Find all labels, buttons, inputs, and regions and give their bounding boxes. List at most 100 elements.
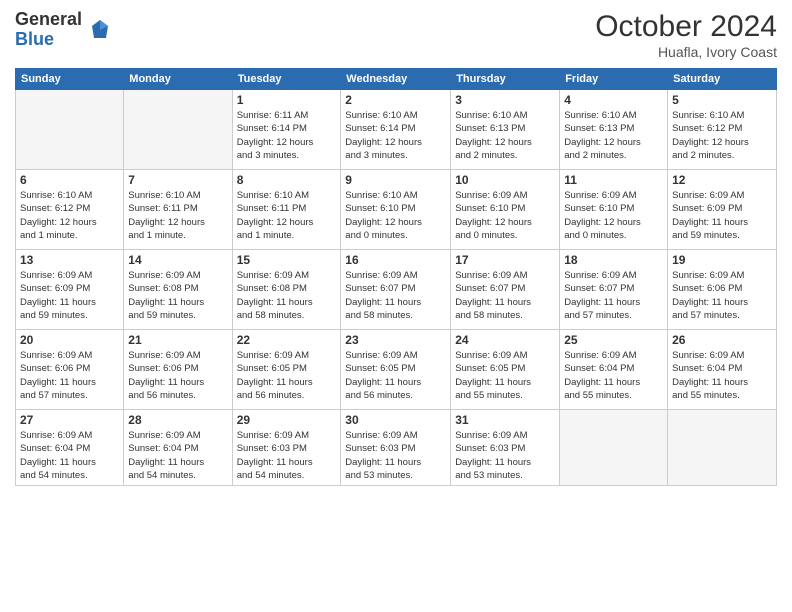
calendar-cell: 22 Sunrise: 6:09 AMSunset: 6:05 PMDayligh… (232, 330, 341, 410)
day-info: Sunrise: 6:10 AMSunset: 6:13 PMDaylight:… (455, 109, 555, 162)
calendar-cell: 26 Sunrise: 6:09 AMSunset: 6:04 PMDayligh… (668, 330, 777, 410)
day-info: Sunrise: 6:10 AMSunset: 6:12 PMDaylight:… (672, 109, 772, 162)
calendar-cell: 19 Sunrise: 6:09 AMSunset: 6:06 PMDayligh… (668, 250, 777, 330)
calendar-cell (668, 410, 777, 486)
day-info: Sunrise: 6:09 AMSunset: 6:07 PMDaylight:… (455, 269, 555, 322)
calendar-cell: 15 Sunrise: 6:09 AMSunset: 6:08 PMDayligh… (232, 250, 341, 330)
day-info: Sunrise: 6:09 AMSunset: 6:03 PMDaylight:… (237, 429, 337, 482)
day-info: Sunrise: 6:09 AMSunset: 6:05 PMDaylight:… (345, 349, 446, 402)
day-info: Sunrise: 6:10 AMSunset: 6:13 PMDaylight:… (564, 109, 663, 162)
day-info: Sunrise: 6:09 AMSunset: 6:03 PMDaylight:… (345, 429, 446, 482)
day-info: Sunrise: 6:11 AMSunset: 6:14 PMDaylight:… (237, 109, 337, 162)
day-number: 15 (237, 253, 337, 267)
day-number: 21 (128, 333, 227, 347)
day-info: Sunrise: 6:09 AMSunset: 6:05 PMDaylight:… (237, 349, 337, 402)
calendar-cell (560, 410, 668, 486)
page: General Blue October 2024 Huafla, Ivory … (0, 0, 792, 612)
day-number: 1 (237, 93, 337, 107)
calendar-cell: 14 Sunrise: 6:09 AMSunset: 6:08 PMDayligh… (124, 250, 232, 330)
day-number: 14 (128, 253, 227, 267)
day-info: Sunrise: 6:09 AMSunset: 6:04 PMDaylight:… (128, 429, 227, 482)
day-info: Sunrise: 6:10 AMSunset: 6:11 PMDaylight:… (237, 189, 337, 242)
day-number: 17 (455, 253, 555, 267)
day-info: Sunrise: 6:09 AMSunset: 6:06 PMDaylight:… (672, 269, 772, 322)
day-number: 29 (237, 413, 337, 427)
day-number: 13 (20, 253, 119, 267)
calendar-cell: 30 Sunrise: 6:09 AMSunset: 6:03 PMDayligh… (341, 410, 451, 486)
day-info: Sunrise: 6:09 AMSunset: 6:06 PMDaylight:… (20, 349, 119, 402)
day-number: 19 (672, 253, 772, 267)
calendar-cell: 25Sunrise: 6:09 AMSunset: 6:04 PMDayligh… (560, 330, 668, 410)
calendar-cell: 6Sunrise: 6:10 AMSunset: 6:12 PMDaylight… (16, 170, 124, 250)
logo-text: General Blue (15, 10, 82, 50)
day-info: Sunrise: 6:09 AMSunset: 6:05 PMDaylight:… (455, 349, 555, 402)
day-number: 16 (345, 253, 446, 267)
logo-icon (86, 16, 114, 44)
day-info: Sunrise: 6:09 AMSunset: 6:08 PMDaylight:… (128, 269, 227, 322)
calendar-cell (124, 90, 232, 170)
header-saturday: Saturday (668, 69, 777, 90)
header-sunday: Sunday (16, 69, 124, 90)
calendar-cell: 21 Sunrise: 6:09 AMSunset: 6:06 PMDayligh… (124, 330, 232, 410)
day-info: Sunrise: 6:09 AMSunset: 6:08 PMDaylight:… (237, 269, 337, 322)
calendar-cell: 12Sunrise: 6:09 AMSunset: 6:09 PMDayligh… (668, 170, 777, 250)
day-number: 18 (564, 253, 663, 267)
title-block: October 2024 Huafla, Ivory Coast (595, 10, 777, 60)
calendar-cell: 29 Sunrise: 6:09 AMSunset: 6:03 PMDayligh… (232, 410, 341, 486)
day-number: 22 (237, 333, 337, 347)
calendar-cell: 5 Sunrise: 6:10 AMSunset: 6:12 PMDaylight… (668, 90, 777, 170)
day-number: 31 (455, 413, 555, 427)
logo-blue: Blue (15, 30, 82, 50)
header-thursday: Thursday (451, 69, 560, 90)
header-row: Sunday Monday Tuesday Wednesday Thursday… (16, 69, 777, 90)
day-number: 7 (128, 173, 227, 187)
day-info: Sunrise: 6:09 AMSunset: 6:10 PMDaylight:… (564, 189, 663, 242)
calendar-cell: 13 Sunrise: 6:09 AMSunset: 6:09 PMDayligh… (16, 250, 124, 330)
day-info: Sunrise: 6:09 AMSunset: 6:04 PMDaylight:… (672, 349, 772, 402)
day-info: Sunrise: 6:10 AMSunset: 6:10 PMDaylight:… (345, 189, 446, 242)
day-number: 4 (564, 93, 663, 107)
month-year: October 2024 (595, 10, 777, 44)
day-number: 25 (564, 333, 663, 347)
calendar-cell: 4 Sunrise: 6:10 AMSunset: 6:13 PMDaylight… (560, 90, 668, 170)
day-info: Sunrise: 6:09 AMSunset: 6:09 PMDaylight:… (672, 189, 772, 242)
calendar-cell: 10Sunrise: 6:09 AMSunset: 6:10 PMDayligh… (451, 170, 560, 250)
day-info: Sunrise: 6:10 AMSunset: 6:11 PMDaylight:… (128, 189, 227, 242)
day-info: Sunrise: 6:09 AMSunset: 6:03 PMDaylight:… (455, 429, 555, 482)
day-number: 8 (237, 173, 337, 187)
calendar-cell: 18 Sunrise: 6:09 AMSunset: 6:07 PMDayligh… (560, 250, 668, 330)
day-info: Sunrise: 6:09 AMSunset: 6:10 PMDaylight:… (455, 189, 555, 242)
logo-general: General (15, 10, 82, 30)
day-info: Sunrise: 6:09 AMSunset: 6:06 PMDaylight:… (128, 349, 227, 402)
calendar-cell: 24 Sunrise: 6:09 AMSunset: 6:05 PMDayligh… (451, 330, 560, 410)
header-wednesday: Wednesday (341, 69, 451, 90)
calendar-cell: 3 Sunrise: 6:10 AMSunset: 6:13 PMDaylight… (451, 90, 560, 170)
header-tuesday: Tuesday (232, 69, 341, 90)
logo: General Blue (15, 10, 114, 50)
calendar-cell: 31 Sunrise: 6:09 AMSunset: 6:03 PMDayligh… (451, 410, 560, 486)
day-number: 27 (20, 413, 119, 427)
day-info: Sunrise: 6:09 AMSunset: 6:07 PMDaylight:… (564, 269, 663, 322)
day-info: Sunrise: 6:09 AMSunset: 6:04 PMDaylight:… (20, 429, 119, 482)
calendar-cell: 16 Sunrise: 6:09 AMSunset: 6:07 PMDayligh… (341, 250, 451, 330)
calendar-cell: 1 Sunrise: 6:11 AMSunset: 6:14 PMDaylight… (232, 90, 341, 170)
day-info: Sunrise: 6:09 AMSunset: 6:09 PMDaylight:… (20, 269, 119, 322)
day-number: 30 (345, 413, 446, 427)
day-number: 24 (455, 333, 555, 347)
header-friday: Friday (560, 69, 668, 90)
calendar-cell: 23Sunrise: 6:09 AMSunset: 6:05 PMDayligh… (341, 330, 451, 410)
calendar-cell: 11 Sunrise: 6:09 AMSunset: 6:10 PMDayligh… (560, 170, 668, 250)
calendar-cell: 28Sunrise: 6:09 AMSunset: 6:04 PMDayligh… (124, 410, 232, 486)
calendar-cell: 27 Sunrise: 6:09 AMSunset: 6:04 PMDayligh… (16, 410, 124, 486)
calendar-cell: 20Sunrise: 6:09 AMSunset: 6:06 PMDayligh… (16, 330, 124, 410)
day-info: Sunrise: 6:09 AMSunset: 6:07 PMDaylight:… (345, 269, 446, 322)
calendar-cell: 7 Sunrise: 6:10 AMSunset: 6:11 PMDaylight… (124, 170, 232, 250)
day-number: 3 (455, 93, 555, 107)
day-number: 11 (564, 173, 663, 187)
day-number: 26 (672, 333, 772, 347)
day-info: Sunrise: 6:10 AMSunset: 6:14 PMDaylight:… (345, 109, 446, 162)
header: General Blue October 2024 Huafla, Ivory … (15, 10, 777, 60)
calendar-cell: 9Sunrise: 6:10 AMSunset: 6:10 PMDaylight… (341, 170, 451, 250)
calendar-cell: 8 Sunrise: 6:10 AMSunset: 6:11 PMDaylight… (232, 170, 341, 250)
day-number: 5 (672, 93, 772, 107)
